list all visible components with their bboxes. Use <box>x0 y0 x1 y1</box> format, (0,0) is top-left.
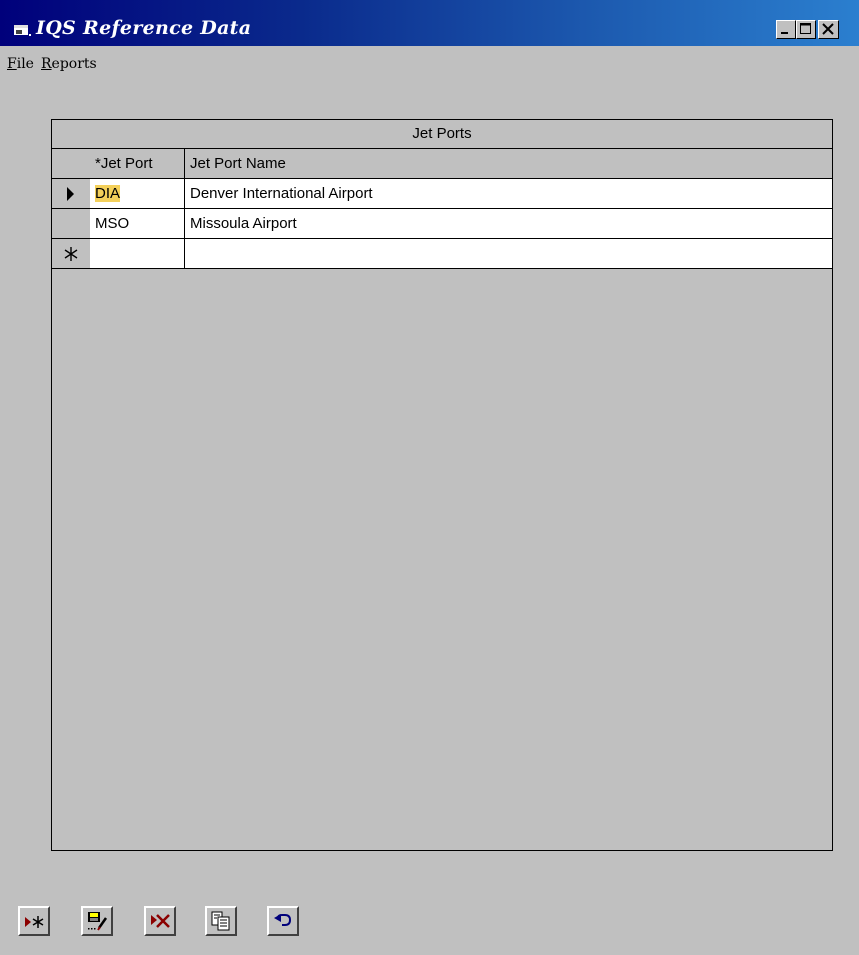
cell-jet-port-name[interactable] <box>185 239 832 268</box>
new-record-button[interactable] <box>18 906 50 936</box>
record-selector[interactable] <box>52 179 91 208</box>
title-bar[interactable]: IQS Reference Data <box>0 0 859 46</box>
cell-jet-port[interactable] <box>90 239 185 268</box>
new-record-icon <box>25 916 44 928</box>
new-record-row[interactable] <box>52 239 832 269</box>
column-header-jet-port-name[interactable]: Jet Port Name <box>185 149 832 178</box>
close-button[interactable] <box>818 20 839 39</box>
undo-button[interactable] <box>267 906 299 936</box>
maximize-icon <box>800 23 811 34</box>
edit-record-button[interactable] <box>81 906 113 936</box>
maximize-button[interactable] <box>796 20 816 39</box>
header-corner[interactable] <box>52 149 91 178</box>
record-selector[interactable] <box>52 239 91 268</box>
cell-jet-port-name[interactable]: Denver International Airport <box>185 179 832 208</box>
copy-record-button[interactable] <box>205 906 237 936</box>
app-icon <box>14 25 31 36</box>
menu-reports[interactable]: Reports <box>41 56 97 72</box>
minimize-button[interactable] <box>776 20 796 39</box>
cell-jet-port[interactable]: DIA <box>90 179 185 208</box>
window-title: IQS Reference Data <box>36 17 252 39</box>
edit-record-icon <box>88 912 108 931</box>
column-header-row: *Jet Port Jet Port Name <box>52 149 832 179</box>
delete-record-button[interactable] <box>144 906 176 936</box>
jet-ports-grid[interactable]: Jet Ports *Jet Port Jet Port Name DIA De… <box>51 119 833 851</box>
current-record-arrow-icon <box>67 187 74 201</box>
cell-jet-port[interactable]: MSO <box>90 209 185 238</box>
close-icon <box>822 23 834 35</box>
menu-file[interactable]: File <box>7 56 34 72</box>
undo-icon <box>274 914 292 926</box>
new-record-star-icon <box>64 247 78 261</box>
delete-record-icon <box>151 914 170 928</box>
copy-record-icon <box>211 911 230 931</box>
table-row[interactable]: MSO Missoula Airport <box>52 209 832 239</box>
column-header-jet-port[interactable]: *Jet Port <box>90 149 185 178</box>
cell-jet-port-name[interactable]: Missoula Airport <box>185 209 832 238</box>
record-selector[interactable] <box>52 209 91 238</box>
grid-caption: Jet Ports <box>52 120 832 149</box>
menu-bar: File Reports <box>0 50 859 78</box>
table-row[interactable]: DIA Denver International Airport <box>52 179 832 209</box>
minimize-icon <box>781 32 788 34</box>
